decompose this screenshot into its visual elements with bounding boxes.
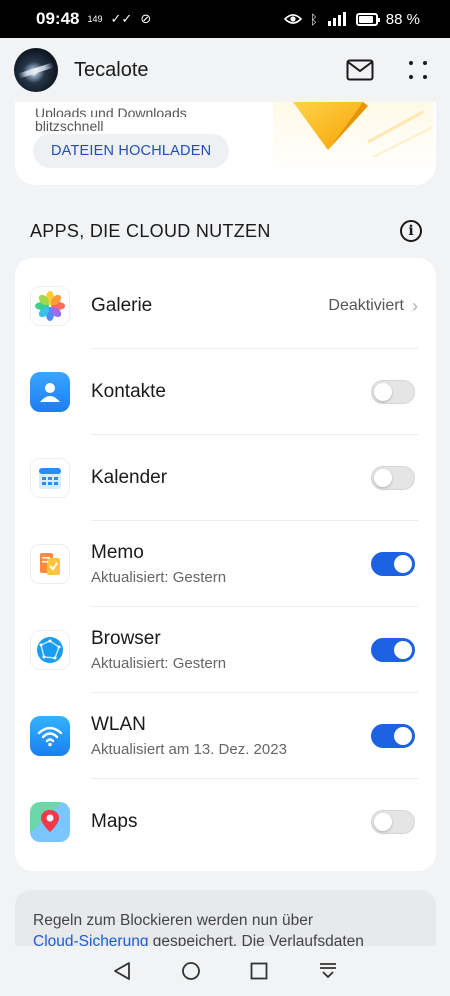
maps-icon: [30, 802, 70, 842]
wlan-sync-toggle[interactable]: [371, 724, 415, 748]
app-row-wlan: WLAN Aktualisiert am 13. Dez. 2023: [15, 693, 436, 779]
scroll-content[interactable]: Uploads und Downloads blitzschnell DATEI…: [0, 102, 450, 946]
home-button[interactable]: [176, 956, 206, 986]
info-icon[interactable]: i: [400, 220, 422, 242]
status-bar: 09:48 149 ✓✓ ⊘ ᛒ 88 %: [0, 0, 450, 38]
battery-percent: 88 %: [385, 10, 420, 28]
app-name: Maps: [91, 811, 138, 832]
avatar[interactable]: [14, 48, 58, 92]
upload-text-line2: blitzschnell: [35, 118, 104, 134]
app-text: Browser Aktualisiert: Gestern: [91, 628, 226, 672]
calendar-icon: [30, 458, 70, 498]
app-subtitle: Aktualisiert: Gestern: [91, 569, 227, 586]
status-left: 09:48 149 ✓✓ ⊘: [36, 9, 151, 29]
note-text-after: gespeichert. Die Verlaufsdaten: [148, 933, 364, 946]
app-text: Kontakte: [91, 381, 166, 403]
memo-icon: [30, 544, 70, 584]
app-header: Tecalote: [0, 38, 450, 102]
check-circle-icon: ⊘: [140, 11, 152, 26]
bluetooth-icon: ᛒ: [309, 11, 318, 27]
more-icon: [409, 61, 427, 79]
app-name: Browser: [91, 628, 161, 649]
app-subtitle: Aktualisiert: Gestern: [91, 655, 227, 672]
contacts-sync-toggle[interactable]: [371, 380, 415, 404]
app-text: Maps: [91, 811, 137, 833]
signal-icon: [327, 12, 346, 26]
app-name: Kalender: [91, 467, 168, 488]
app-text: Memo Aktualisiert: Gestern: [91, 542, 226, 586]
app-name: Galerie: [91, 295, 153, 316]
note-text-before: Regeln zum Blockieren werden nun über: [33, 912, 314, 929]
app-row-memo: Memo Aktualisiert: Gestern: [15, 521, 436, 607]
app-status: Deaktiviert ›: [328, 296, 418, 317]
cloud-backup-link[interactable]: Cloud-Sicherung: [33, 933, 148, 946]
status-label: Deaktiviert: [328, 297, 404, 314]
section-title: APPS, DIE CLOUD NUTZEN: [30, 220, 271, 241]
memo-sync-toggle[interactable]: [371, 552, 415, 576]
apps-list: Galerie Deaktiviert › Kontakte Kalender …: [15, 258, 436, 871]
browser-sync-toggle[interactable]: [371, 638, 415, 662]
pull-down-icon: [319, 963, 336, 979]
mail-icon: [346, 59, 374, 81]
app-row-kalender: Kalender: [15, 435, 436, 521]
home-circle-icon: [181, 962, 200, 980]
app-text: Kalender: [91, 467, 167, 489]
back-triangle-icon: [114, 962, 131, 980]
app-row-galerie[interactable]: Galerie Deaktiviert ›: [15, 263, 436, 349]
app-text: Galerie: [91, 295, 152, 317]
account-name: Tecalote: [74, 58, 149, 81]
upload-description: Uploads und Downloads blitzschnell: [35, 104, 187, 135]
app-name: WLAN: [91, 714, 146, 735]
status-right: ᛒ 88 %: [283, 10, 420, 28]
gallery-icon: [30, 286, 70, 326]
double-check-icon: ✓✓: [110, 11, 133, 26]
calendar-sync-toggle[interactable]: [371, 466, 415, 490]
browser-icon: [30, 630, 70, 670]
app-row-kontakte: Kontakte: [15, 349, 436, 435]
app-row-browser: Browser Aktualisiert: Gestern: [15, 607, 436, 693]
cloud-illustration: [273, 102, 433, 172]
upload-text-line1: Uploads und Downloads: [35, 105, 187, 117]
back-button[interactable]: [107, 956, 137, 986]
recents-square-icon: [250, 962, 268, 980]
system-nav-bar: [0, 946, 450, 996]
upload-files-button[interactable]: DATEIEN HOCHLADEN: [33, 134, 230, 168]
app-text: WLAN Aktualisiert am 13. Dez. 2023: [91, 714, 287, 758]
more-options-button[interactable]: [400, 52, 436, 88]
blocking-rules-note: Regeln zum Blockieren werden nun über Cl…: [15, 890, 436, 946]
apps-section-header: APPS, DIE CLOUD NUTZEN i: [30, 219, 422, 243]
status-notification-count: 149: [87, 14, 103, 24]
maps-sync-toggle[interactable]: [371, 810, 415, 834]
app-name: Memo: [91, 542, 144, 563]
app-row-maps: Maps: [15, 779, 436, 865]
upload-card: Uploads und Downloads blitzschnell DATEI…: [15, 102, 436, 185]
app-name: Kontakte: [91, 381, 166, 402]
contacts-icon: [30, 372, 70, 412]
battery-icon: [355, 12, 380, 26]
eye-icon: [283, 14, 302, 24]
chevron-right-icon: ›: [412, 295, 418, 316]
app-subtitle: Aktualisiert am 13. Dez. 2023: [91, 741, 287, 758]
recents-button[interactable]: [244, 956, 274, 986]
notification-pull-button[interactable]: [313, 956, 343, 986]
status-time: 09:48: [36, 9, 80, 28]
wlan-icon: [30, 716, 70, 756]
mail-button[interactable]: [342, 52, 378, 88]
